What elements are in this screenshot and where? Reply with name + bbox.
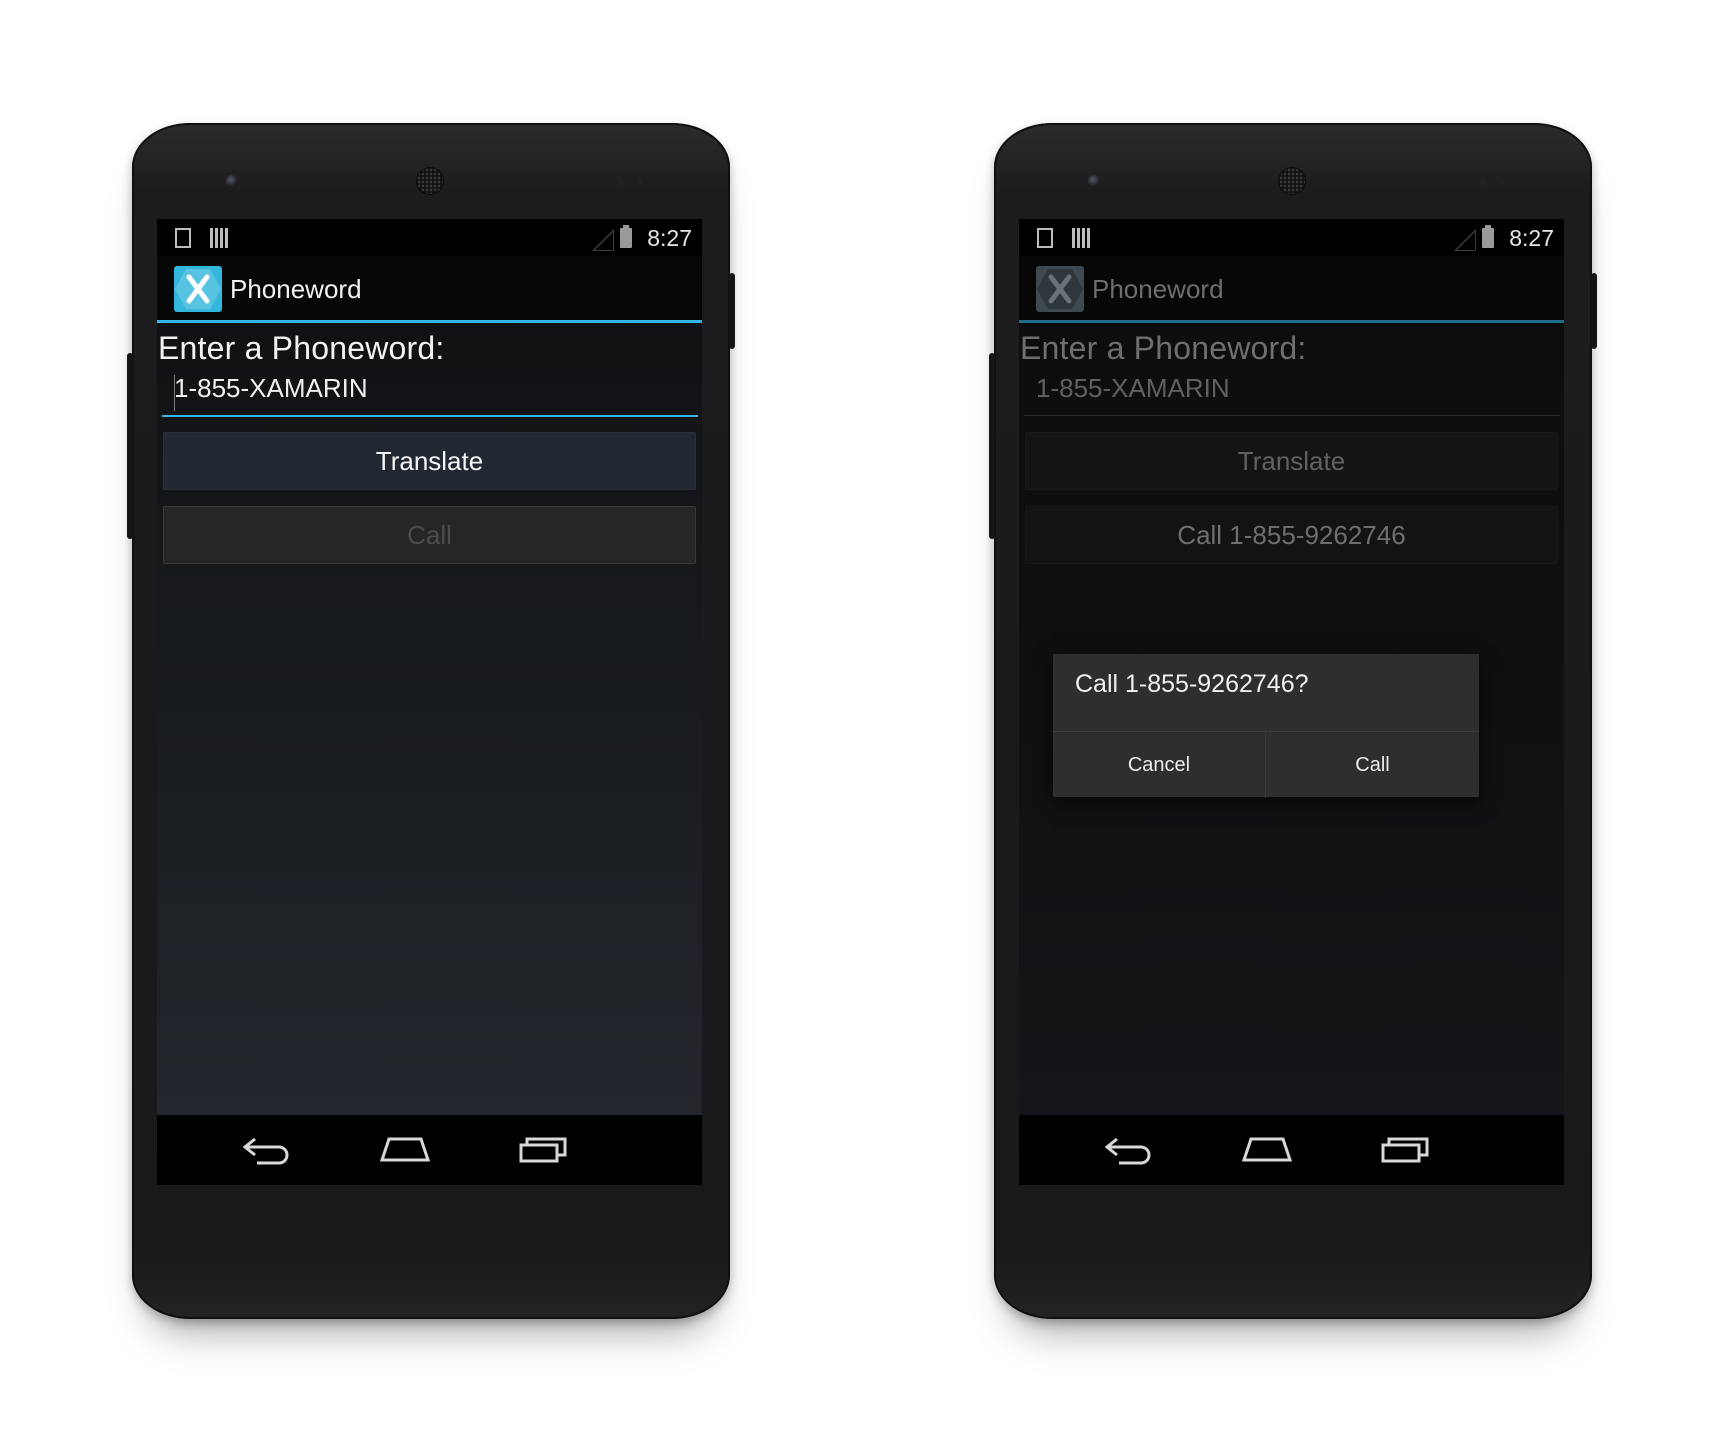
signal-icon bbox=[1454, 229, 1476, 251]
status-time: 8:27 bbox=[1509, 225, 1554, 251]
dialog-cancel-button[interactable]: Cancel bbox=[1053, 732, 1266, 798]
volume-rocker[interactable] bbox=[127, 353, 133, 539]
home-icon[interactable] bbox=[379, 1133, 431, 1165]
download-icon bbox=[175, 228, 191, 248]
power-button[interactable] bbox=[1591, 273, 1597, 349]
action-bar: Phoneword bbox=[1019, 256, 1564, 323]
barcode-icon bbox=[210, 228, 228, 248]
phone-left: 8:27 Phoneword Enter a Phoneword: Transl… bbox=[127, 123, 735, 1319]
xamarin-logo-icon bbox=[1036, 266, 1084, 312]
xamarin-logo-icon[interactable] bbox=[174, 266, 222, 312]
recent-apps-icon[interactable] bbox=[1381, 1133, 1433, 1165]
phone-right: 8:27 Phoneword Enter a Phoneword: Transl… bbox=[989, 123, 1597, 1319]
barcode-icon bbox=[1072, 228, 1090, 248]
proximity-sensor bbox=[618, 178, 625, 185]
phoneword-input bbox=[1036, 373, 1536, 404]
phoneword-field bbox=[1024, 371, 1560, 416]
prompt-label: Enter a Phoneword: bbox=[1020, 330, 1307, 366]
back-icon[interactable] bbox=[243, 1133, 291, 1165]
app-title: Phoneword bbox=[230, 274, 362, 304]
front-camera bbox=[226, 175, 238, 187]
battery-charging-icon bbox=[620, 225, 632, 248]
prompt-label: Enter a Phoneword: bbox=[158, 330, 445, 366]
dialog-message: Call 1-855-9262746? bbox=[1075, 670, 1309, 698]
translate-button: Translate bbox=[1025, 432, 1558, 490]
front-camera bbox=[1088, 175, 1100, 187]
screen: 8:27 Phoneword Enter a Phoneword: Transl… bbox=[157, 219, 702, 1185]
status-bar: 8:27 bbox=[157, 219, 702, 256]
back-icon[interactable] bbox=[1105, 1133, 1153, 1165]
translate-button[interactable]: Translate bbox=[163, 432, 696, 490]
status-time: 8:27 bbox=[647, 225, 692, 251]
download-icon bbox=[1037, 228, 1053, 248]
earpiece-speaker bbox=[417, 168, 443, 194]
call-button[interactable]: Call bbox=[163, 506, 696, 564]
app-title: Phoneword bbox=[1092, 274, 1224, 304]
navigation-bar bbox=[157, 1115, 702, 1185]
volume-rocker[interactable] bbox=[989, 353, 995, 539]
power-button[interactable] bbox=[729, 273, 735, 349]
proximity-sensor bbox=[1480, 178, 1487, 185]
phoneword-field[interactable] bbox=[162, 371, 698, 417]
home-icon[interactable] bbox=[1241, 1133, 1293, 1165]
action-bar: Phoneword bbox=[157, 256, 702, 323]
dialog-button-bar: Cancel Call bbox=[1053, 731, 1479, 798]
call-number-button: Call 1-855-9262746 bbox=[1025, 506, 1558, 564]
phoneword-input[interactable] bbox=[174, 373, 674, 404]
earpiece-speaker bbox=[1279, 168, 1305, 194]
navigation-bar bbox=[1019, 1115, 1564, 1185]
status-bar: 8:27 bbox=[1019, 219, 1564, 256]
recent-apps-icon[interactable] bbox=[519, 1133, 571, 1165]
battery-charging-icon bbox=[1482, 225, 1494, 248]
dialog-call-button[interactable]: Call bbox=[1266, 732, 1479, 798]
call-confirm-dialog: Call 1-855-9262746? Cancel Call bbox=[1053, 654, 1479, 798]
light-sensor bbox=[1500, 179, 1505, 184]
light-sensor bbox=[638, 179, 643, 184]
screen: 8:27 Phoneword Enter a Phoneword: Transl… bbox=[1019, 219, 1564, 1185]
signal-icon bbox=[592, 229, 614, 251]
